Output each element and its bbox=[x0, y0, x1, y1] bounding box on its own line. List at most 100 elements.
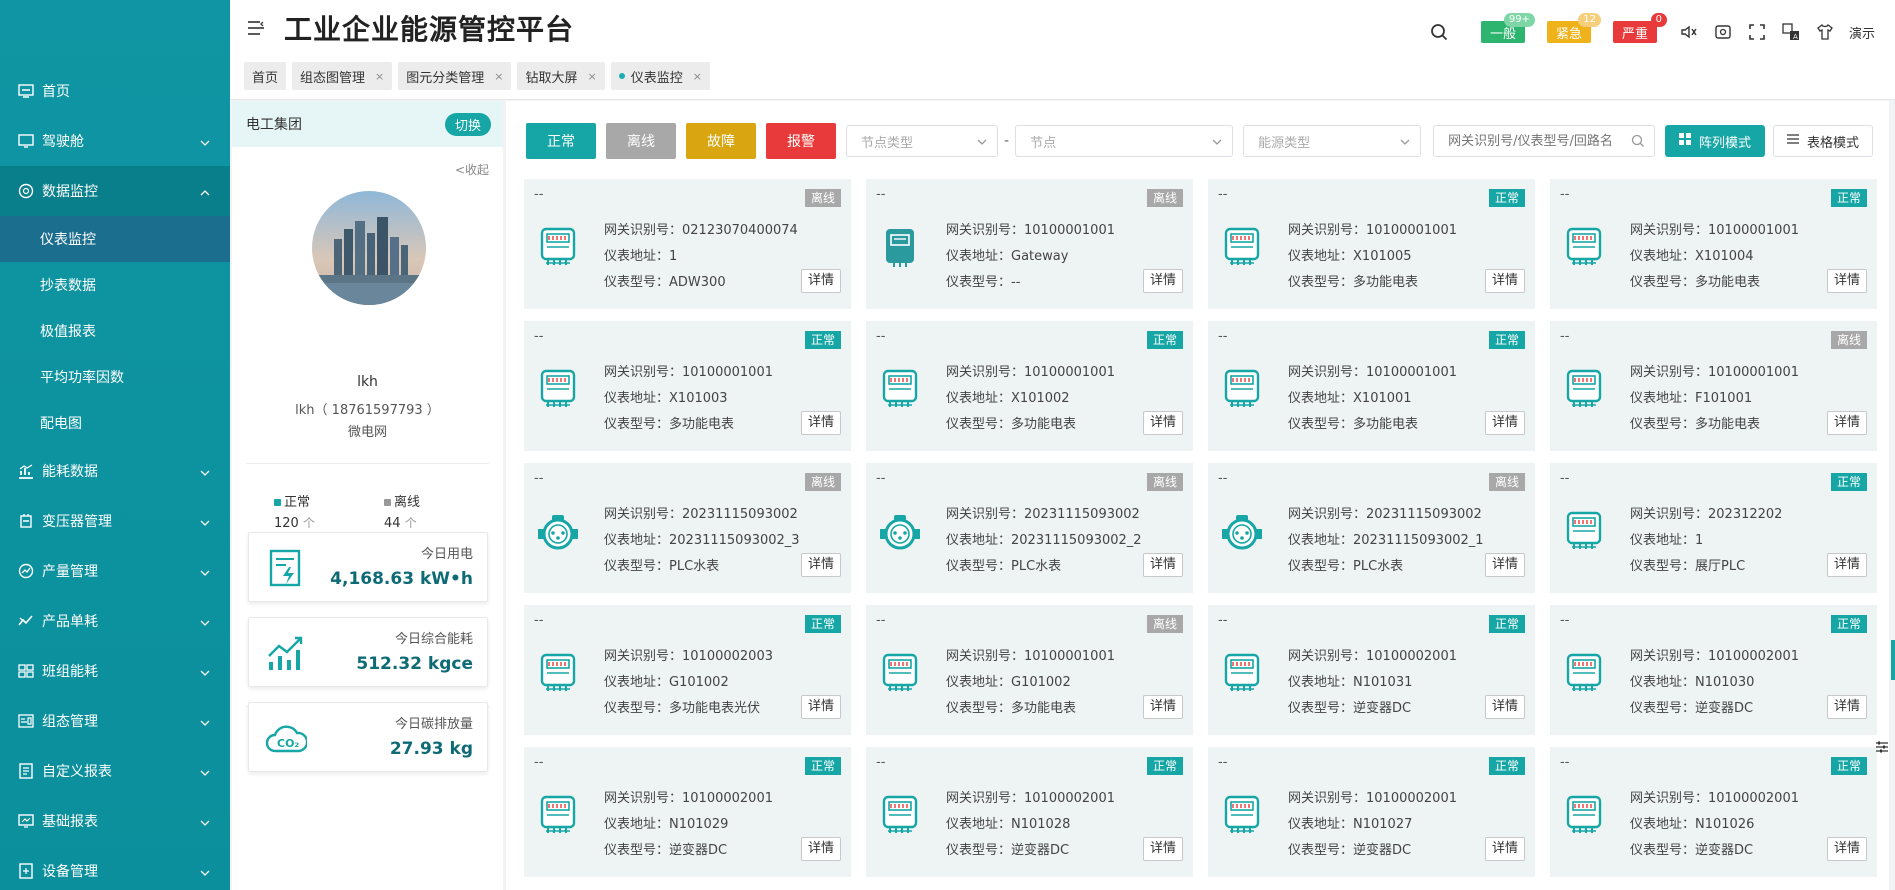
meter-card[interactable]: -- 正常 网关识别号：10100001001 仪表地址：X101001 仪表型号：多功… bbox=[1208, 321, 1535, 451]
sidebar-item[interactable]: 组态管理 bbox=[0, 696, 230, 746]
detail-button[interactable]: 详情 bbox=[1484, 269, 1525, 293]
meter-card[interactable]: -- 正常 网关识别号：10100002001 仪表地址：N101029 仪表型号：逆变… bbox=[524, 747, 851, 877]
sidebar-subitem[interactable]: 配电图 bbox=[0, 400, 230, 446]
status-filter-button[interactable]: 报警 bbox=[766, 123, 836, 159]
meter-card[interactable]: -- 正常 网关识别号：10100001001 仪表地址：X101005 仪表型号：多功… bbox=[1208, 179, 1535, 309]
chevron-down-icon bbox=[200, 516, 210, 526]
meter-card[interactable]: -- 离线 网关识别号：20231115093002 仪表地址：20231115093… bbox=[524, 463, 851, 593]
meter-card[interactable]: -- 正常 网关识别号：10100001001 仪表地址：X101003 仪表型号：多功… bbox=[524, 321, 851, 451]
node-type-select[interactable]: 节点类型 bbox=[846, 125, 998, 157]
tab[interactable]: 钻取大屏 × bbox=[517, 62, 605, 90]
meter-card[interactable]: -- 正常 网关识别号：10100001001 仪表地址：X101002 仪表型号：多功… bbox=[866, 321, 1193, 451]
detail-button[interactable]: 详情 bbox=[1826, 837, 1867, 861]
detail-button[interactable]: 详情 bbox=[1142, 411, 1183, 435]
card-title: -- bbox=[876, 613, 886, 628]
status-filter-button[interactable]: 离线 bbox=[606, 123, 676, 159]
detail-button[interactable]: 详情 bbox=[1484, 553, 1525, 577]
close-icon[interactable]: × bbox=[693, 70, 702, 83]
status-filter-button[interactable]: 故障 bbox=[686, 123, 756, 159]
translate-icon[interactable]: A bbox=[1781, 22, 1801, 42]
meter-card[interactable]: -- 正常 网关识别号：10100001001 仪表地址：X101004 仪表型号：多功… bbox=[1550, 179, 1877, 309]
node-select[interactable]: 节点 bbox=[1015, 125, 1234, 157]
alarm-level-button[interactable]: 严重 0 bbox=[1612, 13, 1667, 43]
detail-button[interactable]: 详情 bbox=[1142, 553, 1183, 577]
search-icon[interactable] bbox=[1631, 134, 1645, 152]
meter-card[interactable]: -- 离线 网关识别号：10100001001 仪表地址：F101001 仪表型号：多功… bbox=[1550, 321, 1877, 451]
tab[interactable]: 图元分类管理 × bbox=[398, 62, 512, 90]
detail-button[interactable]: 详情 bbox=[1484, 837, 1525, 861]
detail-button[interactable]: 详情 bbox=[800, 695, 841, 719]
demo-label[interactable]: 演示 bbox=[1849, 23, 1875, 42]
search-input[interactable] bbox=[1433, 125, 1656, 157]
detail-button[interactable]: 详情 bbox=[1142, 269, 1183, 293]
sidebar-item[interactable]: 首页 bbox=[0, 66, 230, 116]
shirt-icon[interactable] bbox=[1815, 22, 1835, 42]
sidebar-subitem[interactable]: 平均功率因数 bbox=[0, 354, 230, 400]
detail-button[interactable]: 详情 bbox=[800, 553, 841, 577]
status-filter-button[interactable]: 正常 bbox=[526, 123, 596, 159]
model-value: 多功能电表 bbox=[1353, 275, 1419, 290]
detail-button[interactable]: 详情 bbox=[800, 837, 841, 861]
energy-type-select[interactable]: 能源类型 bbox=[1243, 125, 1422, 157]
sidebar-item[interactable]: 自定义报表 bbox=[0, 746, 230, 796]
close-icon[interactable]: × bbox=[375, 70, 384, 83]
meter-card[interactable]: -- 离线 网关识别号：10100001001 仪表地址：Gateway 仪表型号：--… bbox=[866, 179, 1193, 309]
sidebar-subitem[interactable]: 抄表数据 bbox=[0, 262, 230, 308]
video-icon[interactable] bbox=[1713, 22, 1733, 42]
array-mode-button[interactable]: 阵列模式 bbox=[1665, 125, 1766, 157]
tab[interactable]: 首页 bbox=[244, 62, 287, 90]
table-mode-button[interactable]: 表格模式 bbox=[1773, 125, 1874, 157]
meter-card[interactable]: -- 离线 网关识别号：20231115093002 仪表地址：20231115093… bbox=[1208, 463, 1535, 593]
alarm-level-button[interactable]: 紧急 12 bbox=[1546, 13, 1601, 43]
menu-toggle-icon[interactable] bbox=[246, 18, 266, 38]
tab[interactable]: 组态图管理 × bbox=[292, 62, 393, 90]
sidebar-item[interactable]: 数据监控 bbox=[0, 166, 230, 216]
collapse-link[interactable]: <收起 bbox=[455, 161, 489, 178]
sidebar-subitem[interactable]: 仪表监控 bbox=[0, 216, 230, 262]
close-icon[interactable]: × bbox=[588, 70, 597, 83]
detail-button[interactable]: 详情 bbox=[1826, 553, 1867, 577]
detail-button[interactable]: 详情 bbox=[1142, 695, 1183, 719]
meter-card[interactable]: -- 离线 网关识别号：02123070400074 仪表地址：1 仪表型号：ADW30… bbox=[524, 179, 851, 309]
detail-button[interactable]: 详情 bbox=[1826, 411, 1867, 435]
sidebar-subitem[interactable]: 极值报表 bbox=[0, 308, 230, 354]
sidebar-item[interactable]: 产品单耗 bbox=[0, 596, 230, 646]
sidebar-item[interactable]: 班组能耗 bbox=[0, 646, 230, 696]
fullscreen-icon[interactable] bbox=[1747, 22, 1767, 42]
tab[interactable]: 仪表监控 × bbox=[610, 62, 710, 90]
detail-button[interactable]: 详情 bbox=[800, 411, 841, 435]
close-icon[interactable]: × bbox=[494, 70, 503, 83]
sidebar-item[interactable]: 变压器管理 bbox=[0, 496, 230, 546]
sidebar-item[interactable]: 产量管理 bbox=[0, 546, 230, 596]
sidebar-item[interactable]: 基础报表 bbox=[0, 796, 230, 846]
settings-sliders-icon[interactable] bbox=[1875, 740, 1889, 754]
meter-card[interactable]: -- 离线 网关识别号：10100001001 仪表地址：G101002 仪表型号：多功… bbox=[866, 605, 1193, 735]
detail-button[interactable]: 详情 bbox=[1484, 695, 1525, 719]
gateway-label: 网关识别号： bbox=[1288, 791, 1367, 806]
switch-button[interactable]: 切换 bbox=[444, 112, 491, 136]
card-title: -- bbox=[1218, 755, 1228, 770]
sidebar-item[interactable]: 驾驶舱 bbox=[0, 116, 230, 166]
meter-card[interactable]: -- 正常 网关识别号：10100002001 仪表地址：N101030 仪表型号：逆变… bbox=[1550, 605, 1877, 735]
detail-button[interactable]: 详情 bbox=[1484, 411, 1525, 435]
detail-button[interactable]: 详情 bbox=[1142, 837, 1183, 861]
meter-card[interactable]: -- 正常 网关识别号：202312202 仪表地址：1 仪表型号：展厅PLC 详情 bbox=[1550, 463, 1877, 593]
detail-button[interactable]: 详情 bbox=[1826, 695, 1867, 719]
sidebar-item[interactable]: 能耗数据 bbox=[0, 446, 230, 496]
alarm-level-button[interactable]: 一般 99+ bbox=[1480, 13, 1535, 43]
detail-button[interactable]: 详情 bbox=[800, 269, 841, 293]
model-line: 仪表型号：逆变器DC bbox=[1630, 839, 1753, 858]
meter-card[interactable]: -- 正常 网关识别号：10100002001 仪表地址：N101028 仪表型号：逆变… bbox=[866, 747, 1193, 877]
detail-button[interactable]: 详情 bbox=[1826, 269, 1867, 293]
meter-card[interactable]: -- 正常 网关识别号：10100002001 仪表地址：N101027 仪表型号：逆变… bbox=[1208, 747, 1535, 877]
search-icon[interactable] bbox=[1429, 22, 1449, 42]
sidebar-item[interactable]: 设备管理 bbox=[0, 846, 230, 890]
meter-card[interactable]: -- 离线 网关识别号：20231115093002 仪表地址：20231115093… bbox=[866, 463, 1193, 593]
mute-icon[interactable] bbox=[1679, 22, 1699, 42]
meter-card[interactable]: -- 正常 网关识别号：10100002001 仪表地址：N101031 仪表型号：逆变… bbox=[1208, 605, 1535, 735]
model-line: 仪表型号：展厅PLC bbox=[1630, 555, 1745, 574]
side-drawer-handle[interactable] bbox=[1891, 640, 1895, 680]
meter-card[interactable]: -- 正常 网关识别号：10100002001 仪表地址：N101026 仪表型号：逆变… bbox=[1550, 747, 1877, 877]
tab-label: 组态图管理 bbox=[300, 70, 366, 86]
meter-card[interactable]: -- 正常 网关识别号：10100002003 仪表地址：G101002 仪表型号：多功… bbox=[524, 605, 851, 735]
